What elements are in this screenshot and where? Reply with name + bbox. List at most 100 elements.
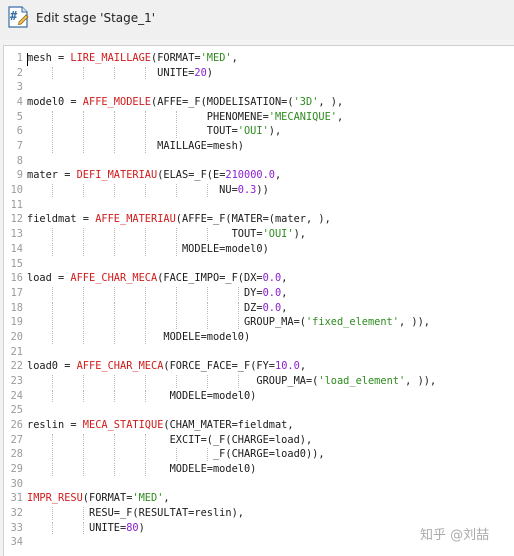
code-line[interactable]: 27 EXCIT=(_F(CHARGE=load),: [4, 433, 514, 448]
code-text: RESU=_F(RESULTAT=reslin),: [27, 506, 244, 521]
code-editor[interactable]: 1 mesh = LIRE_MAILLAGE(FORMAT='MED', 2 UNI…: [3, 45, 514, 556]
line-number: 15: [10, 257, 23, 270]
code-line[interactable]: 7 MAILLAGE=mesh): [4, 139, 514, 154]
number-token: 0.0: [262, 286, 282, 299]
line-number: 29: [10, 463, 23, 476]
code-line[interactable]: 6 TOUT='OUI'),: [4, 124, 514, 139]
indent-guide: [206, 448, 208, 462]
code-line[interactable]: 16 load = AFFE_CHAR_MECA(FACE_IMPO=_F(DX=…: [4, 271, 514, 286]
code-line[interactable]: 10 NU=0.3)): [4, 183, 514, 198]
code-text: MODELE=model0): [27, 462, 257, 477]
code-line[interactable]: 32 RESU=_F(RESULTAT=reslin),: [4, 506, 514, 521]
code-line[interactable]: 29 MODELE=model0): [4, 462, 514, 477]
code-token: mesh =: [27, 52, 71, 64]
watermark: 知乎 @刘喆: [420, 528, 490, 543]
code-line[interactable]: 23 GROUP_MA=('load_element', )),: [4, 374, 514, 389]
indent-guide: [82, 66, 84, 80]
indent-guide: [206, 301, 208, 315]
code-line[interactable]: 30: [4, 477, 514, 492]
line-number: 7: [16, 140, 23, 153]
code-line[interactable]: 15: [4, 257, 514, 272]
code-token: (FORCE_FACE=_F(FY=: [163, 360, 275, 373]
code-text: MODELE=model0): [27, 242, 269, 257]
indent-guide: [206, 184, 208, 197]
indent-guide: [144, 330, 146, 344]
indent-guide: [144, 448, 146, 462]
code-line[interactable]: 13 TOUT='OUI'),: [4, 227, 514, 242]
code-token: ),: [293, 228, 306, 241]
code-line[interactable]: 14 MODELE=model0): [4, 242, 514, 257]
indent-guide: [113, 125, 115, 139]
code-token: (AFFE=_F(MODELISATION=(: [151, 96, 294, 109]
command-token: LIRE_MAILLAGE: [70, 52, 151, 64]
code-text: DZ=0.0,: [27, 301, 287, 316]
code-text: MODELE=model0): [27, 389, 257, 404]
indent-guide: [51, 301, 53, 315]
code-token: (FACE_IMPO=_F(DX=: [157, 272, 263, 285]
line-number: 14: [10, 242, 23, 255]
indent-guide: [175, 242, 177, 256]
code-line[interactable]: 24 MODELE=model0): [4, 389, 514, 404]
code-line[interactable]: 2 UNITE=20): [4, 66, 514, 81]
code-line[interactable]: 12 fieldmat = AFFE_MATERIAU(AFFE=_F(MATER…: [4, 212, 514, 227]
code-text: NU=0.3)): [27, 183, 269, 198]
number-token: 80: [126, 521, 139, 534]
code-line[interactable]: 8: [4, 154, 514, 169]
code-line[interactable]: 22 load0 = AFFE_CHAR_MECA(FORCE_FACE=_F(F…: [4, 359, 514, 374]
command-token: AFFE_CHAR_MECA: [76, 360, 164, 373]
code-token: , )),: [398, 316, 430, 329]
indent-guide: [237, 374, 239, 388]
code-line[interactable]: 5 PHENOMENE='MECANIQUE',: [4, 110, 514, 125]
line-number: 26: [10, 419, 23, 431]
code-line[interactable]: 31 IMPR_RESU(FORMAT='MED',: [4, 491, 514, 506]
indent-guide: [144, 125, 146, 139]
code-line[interactable]: 3: [4, 80, 514, 95]
indent-guide: [113, 286, 115, 300]
indent-guide: [113, 66, 115, 80]
number-token: 210000.0: [225, 169, 276, 182]
code-token: load0 =: [27, 360, 77, 373]
code-line[interactable]: 11: [4, 198, 514, 213]
code-line[interactable]: 20 MODELE=model0): [4, 330, 514, 345]
code-token: reslin =: [27, 419, 83, 431]
indent-guide: [113, 389, 115, 403]
code-line[interactable]: 4 model0 = AFFE_MODELE(AFFE=_F(MODELISATI…: [4, 95, 514, 110]
code-token: MODELE=model0): [27, 330, 251, 343]
code-text: GROUP_MA=('fixed_element', )),: [27, 315, 430, 330]
code-line[interactable]: 26 reslin = MECA_STATIQUE(CHAM_MATER=fiel…: [4, 418, 514, 433]
line-number: 17: [10, 286, 23, 299]
line-number: 22: [10, 360, 23, 373]
command-token: AFFE_MATERIAU: [95, 213, 176, 226]
title-bar: # Edit stage 'Stage_1': [0, 0, 514, 40]
code-token: ): [206, 66, 213, 79]
code-text: model0 = AFFE_MODELE(AFFE=_F(MODELISATIO…: [27, 95, 343, 110]
code-token: load =: [27, 272, 71, 285]
string-token: 'load_element': [318, 374, 406, 387]
code-token: UNITE=: [27, 521, 127, 534]
indent-guide: [113, 110, 115, 124]
code-text: MODELE=model0): [27, 330, 250, 345]
code-line[interactable]: 25: [4, 403, 514, 418]
line-number: 20: [10, 330, 23, 343]
window-title: Edit stage 'Stage_1': [36, 11, 156, 25]
code-line[interactable]: 17 DY=0.0,: [4, 286, 514, 301]
indent-guide: [51, 507, 53, 520]
code-token: MAILLAGE=mesh): [27, 140, 244, 153]
code-line[interactable]: 1 mesh = LIRE_MAILLAGE(FORMAT='MED',: [4, 51, 514, 66]
code-line[interactable]: 9 mater = DEFI_MATERIAU(ELAS=_F(E=210000.…: [4, 168, 514, 183]
indent-guide: [51, 140, 53, 153]
code-line[interactable]: 18 DZ=0.0,: [4, 301, 514, 316]
line-number: 30: [10, 477, 23, 490]
code-token: MODELE=model0): [27, 389, 257, 402]
indent-guide: [51, 66, 53, 80]
code-text: load0 = AFFE_CHAR_MECA(FORCE_FACE=_F(FY=…: [27, 359, 306, 374]
indent-guide: [175, 228, 177, 241]
code-line[interactable]: 21: [4, 345, 514, 360]
code-line[interactable]: 19 GROUP_MA=('fixed_element', )),: [4, 315, 514, 330]
code-line[interactable]: 28 _F(CHARGE=load0)),: [4, 447, 514, 462]
indent-guide: [144, 463, 146, 476]
code-token: RESU=_F(RESULTAT=reslin),: [27, 507, 244, 520]
code-text: mesh = LIRE_MAILLAGE(FORMAT='MED',: [27, 51, 238, 66]
string-token: 'MED': [132, 492, 164, 505]
line-number: 2: [16, 66, 23, 79]
